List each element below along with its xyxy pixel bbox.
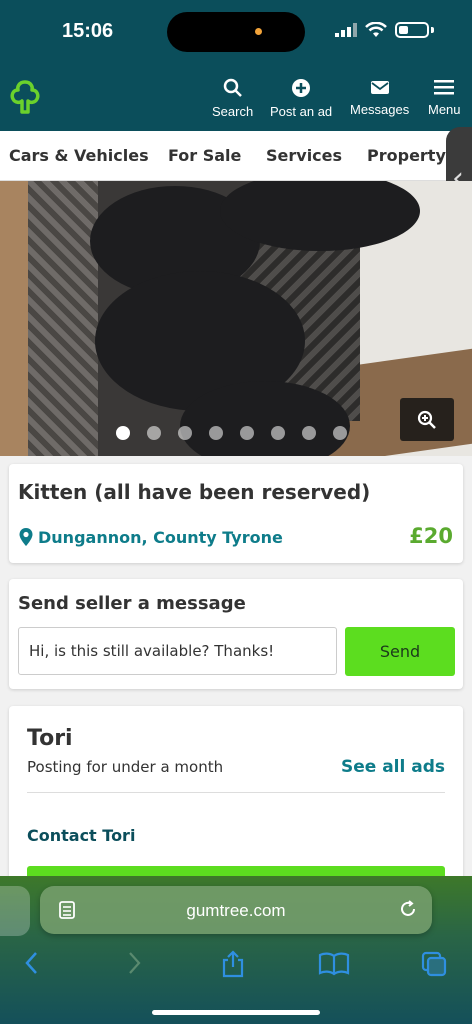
listing-location-link[interactable]: Dungannon, County Tyrone: [18, 527, 283, 547]
gallery-dot[interactable]: [240, 426, 254, 440]
tab-property[interactable]: Property: [367, 146, 446, 165]
status-icons: [335, 22, 434, 38]
listing-price: £20: [409, 524, 453, 548]
listing-photo[interactable]: [0, 181, 472, 456]
nav-post-ad-label: Post an ad: [270, 104, 333, 119]
contact-seller-heading: Contact Tori: [27, 826, 136, 845]
tree-logo-icon: [10, 80, 40, 114]
send-message-heading: Send seller a message: [18, 593, 246, 614]
privacy-indicator: [255, 28, 262, 35]
nav-menu-button[interactable]: Menu: [428, 78, 461, 117]
address-bar[interactable]: gumtree.com: [40, 886, 432, 934]
photo-basket: [28, 181, 98, 456]
gallery-dot[interactable]: [147, 426, 161, 440]
zoom-button[interactable]: [400, 398, 454, 441]
address-bar-url: gumtree.com: [186, 901, 286, 920]
category-tabs: Cars & Vehicles For Sale Services Proper…: [0, 131, 472, 181]
nav-messages-button[interactable]: Messages: [350, 78, 409, 117]
share-icon[interactable]: [220, 950, 246, 978]
reload-icon[interactable]: [398, 899, 418, 919]
search-icon: [223, 78, 242, 97]
battery-icon: [395, 22, 429, 38]
location-pin-icon: [19, 528, 33, 546]
listing-location: Dungannon, County Tyrone: [38, 527, 283, 547]
forward-icon[interactable]: [124, 950, 144, 976]
gallery-pagination: [116, 426, 347, 440]
bookmarks-icon[interactable]: [318, 950, 350, 976]
see-all-ads-link[interactable]: See all ads: [341, 757, 445, 777]
send-message-card: Send seller a message Hi, is this still …: [9, 579, 463, 689]
back-icon[interactable]: [22, 950, 42, 976]
gallery-dot[interactable]: [333, 426, 347, 440]
dynamic-island: [167, 12, 305, 52]
nav-messages-label: Messages: [350, 102, 410, 117]
envelope-icon: [370, 81, 389, 94]
home-indicator: [152, 1010, 320, 1015]
listing-title: Kitten (all have been reserved): [18, 480, 371, 504]
tabs-icon[interactable]: [420, 950, 448, 978]
tab-services[interactable]: Services: [266, 146, 342, 165]
message-input[interactable]: Hi, is this still available? Thanks!: [18, 627, 337, 675]
listing-summary-card: Kitten (all have been reserved) Dunganno…: [9, 464, 463, 563]
gallery-dot[interactable]: [302, 426, 316, 440]
divider: [27, 792, 445, 793]
tab-cars-vehicles[interactable]: Cars & Vehicles: [9, 146, 149, 165]
nav-search-button[interactable]: Search: [212, 78, 253, 119]
nav-post-ad-button[interactable]: Post an ad: [270, 78, 332, 119]
status-time: 15:06: [62, 20, 114, 42]
app-header: 15:06 Search Post an ad Messages Menu: [0, 0, 472, 131]
tab-for-sale[interactable]: For Sale: [168, 146, 241, 165]
plus-circle-icon: [292, 79, 311, 97]
wifi-icon: [365, 22, 387, 37]
seller-card: Tori Posting for under a month See all a…: [9, 706, 463, 886]
nav-search-label: Search: [212, 104, 254, 119]
cellular-signal-icon: [335, 23, 357, 37]
gumtree-logo[interactable]: [8, 78, 42, 120]
gallery-dot[interactable]: [271, 426, 285, 440]
seller-posting-duration: Posting for under a month: [27, 758, 224, 776]
zoom-in-icon: [417, 410, 436, 429]
seller-name: Tori: [27, 726, 73, 751]
hamburger-icon: [434, 80, 455, 95]
send-button[interactable]: Send: [345, 627, 455, 676]
gallery-dot[interactable]: [209, 426, 223, 440]
previous-tab-preview[interactable]: [0, 886, 30, 936]
gallery-dot[interactable]: [116, 426, 130, 440]
gallery-dot[interactable]: [178, 426, 192, 440]
battery-cap: [431, 27, 434, 33]
nav-menu-label: Menu: [428, 102, 461, 117]
